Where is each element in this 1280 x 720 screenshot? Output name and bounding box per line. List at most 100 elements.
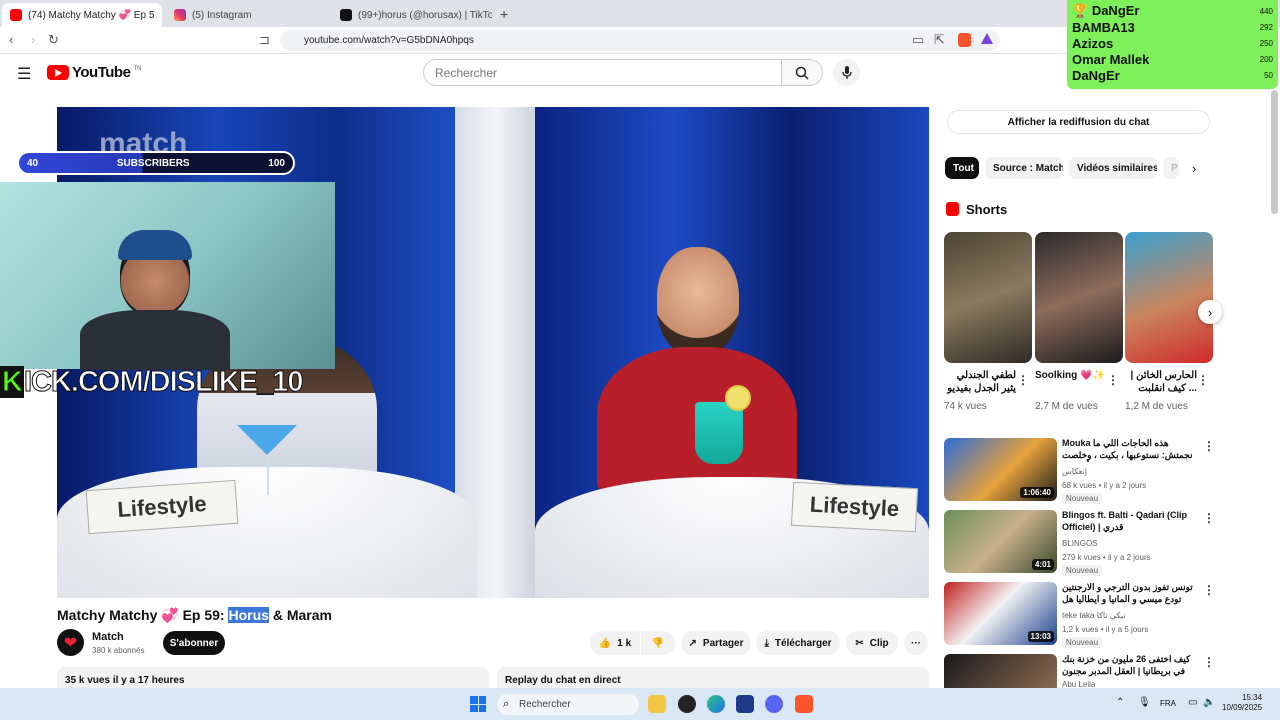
video-thumbnail-2[interactable]: 4:01 — [944, 510, 1057, 573]
video-channel-1[interactable]: إنعكاس — [1062, 467, 1087, 476]
tab-matchy-matchy[interactable]: (74) Matchy Matchy 💞 Ep 5 ✕ — [2, 3, 162, 27]
short-thumbnail-3[interactable] — [1125, 232, 1213, 363]
video-title-1[interactable]: Mouka هذه الحاجات اللي ما نجمتش: نستوعبه… — [1062, 438, 1194, 462]
start-pane — [470, 696, 478, 704]
subs-goal: 100 — [268, 157, 285, 169]
menu-hamburger-icon[interactable]: ☰ — [17, 64, 31, 84]
like-button[interactable]: 👍 1 k — [590, 631, 640, 655]
video-title: Matchy Matchy 💞 Ep 59: Horus & Maram — [57, 607, 332, 624]
obs-icon[interactable] — [678, 695, 696, 713]
video-menu-3-icon[interactable]: ⋮ — [1203, 583, 1215, 597]
video-title-4[interactable]: كيف اختفى 26 مليون من خزنة بنك في بريطان… — [1062, 654, 1194, 677]
channel-name[interactable]: Match — [92, 631, 124, 643]
voice-search-button[interactable] — [833, 59, 860, 86]
url-field[interactable]: youtube.com/watch?v=G5bDNA0hpqs — [280, 30, 1000, 51]
video-menu-4-icon[interactable]: ⋮ — [1203, 655, 1215, 669]
short-title-3[interactable]: الحارس الخائن | كيف انقلبت ... — [1125, 369, 1197, 395]
start-pane — [478, 696, 486, 704]
start-pane — [478, 704, 486, 712]
short-thumbnail-1[interactable] — [944, 232, 1032, 363]
show-chat-replay-button[interactable]: Afficher la rediffusion du chat — [947, 110, 1210, 134]
store-icon[interactable] — [736, 695, 754, 713]
dislike-button[interactable]: 👎 — [641, 631, 675, 655]
taskbar-clock[interactable]: 15:34 10/09/2025 — [1222, 693, 1262, 714]
sign-right: Lifestyle — [790, 481, 919, 533]
lemon-slice-icon — [725, 385, 751, 411]
short-title-2[interactable]: Soolking 💗✨ — [1035, 369, 1107, 382]
search-input[interactable]: Rechercher — [423, 59, 782, 86]
chip-similar-videos[interactable]: Vidéos similaires — [1069, 157, 1157, 179]
bookmark-icon[interactable]: ⊐ — [259, 32, 270, 48]
short-views-1: 74 k vues — [944, 401, 987, 412]
back-arrow-icon[interactable]: ‹ — [9, 32, 13, 47]
guest-right-head — [657, 247, 739, 357]
video-channel-2[interactable]: BLINGOS — [1062, 539, 1098, 548]
new-tab-button[interactable]: + — [500, 6, 508, 22]
share-label: Partager — [702, 637, 744, 649]
subscribe-button[interactable]: S'abonner — [163, 631, 225, 655]
clip-button[interactable]: ✂ Clip — [846, 631, 898, 655]
video-menu-1-icon[interactable]: ⋮ — [1203, 439, 1215, 453]
video-title-2[interactable]: Blingos ft. Balti - Qadari (Clip Officie… — [1062, 510, 1194, 533]
new-badge-3: Nouveau — [1062, 637, 1103, 648]
video-meta-2: 279 k vues • il y a 2 jours — [1062, 553, 1151, 562]
shorts-next-icon[interactable]: › — [1198, 300, 1222, 324]
video-channel-4[interactable]: Abu Leila — [1062, 680, 1095, 688]
volume-icon[interactable]: 🔈 — [1203, 697, 1215, 708]
short-thumbnail-2[interactable] — [1035, 232, 1123, 363]
short-menu-1-icon[interactable]: ⋮ — [1017, 373, 1029, 387]
leaderboard-overlay: 🏆 DaNgEr 440 BAMBA13 292 Azizos 250 Omar Ma… — [1067, 0, 1278, 89]
video-thumbnail-1[interactable]: 1:06:40 — [944, 438, 1057, 501]
shorts-logo-icon — [946, 202, 959, 216]
close-tab-icon[interactable]: ✕ — [160, 9, 162, 22]
chips-next-chevron-icon[interactable]: › — [1192, 161, 1196, 176]
start-pane — [470, 704, 478, 712]
microphone-tray-icon[interactable]: 🎙 — [1138, 697, 1151, 708]
youtube-logo[interactable]: YouTube TN — [47, 64, 141, 81]
short-title-1[interactable]: لطفي الجندلي يثير الجدل بفيديو ... — [944, 369, 1016, 397]
like-count: 1 k — [617, 637, 632, 649]
video-title-3[interactable]: تونس تفوز بدون الترجي و الارجنتين تودع م… — [1062, 582, 1194, 606]
language-indicator[interactable]: FRA — [1160, 699, 1176, 708]
tab-tiktok[interactable]: (99+)horus (@horusax) | TikTok — [332, 3, 492, 27]
page-scrollbar[interactable] — [1271, 90, 1278, 214]
taskbar-search[interactable]: Rechercher — [497, 694, 639, 715]
video-thumbnail-4[interactable] — [944, 654, 1057, 688]
cocktail-right — [695, 402, 743, 464]
video-menu-2-icon[interactable]: ⋮ — [1203, 511, 1215, 525]
reload-icon[interactable]: ↻ — [48, 32, 59, 48]
discord-icon[interactable] — [765, 695, 783, 713]
network-icon[interactable]: ▭ — [1188, 697, 1197, 708]
brave-rewards-icon[interactable] — [981, 33, 993, 44]
video-thumbnail-3[interactable]: 13:03 — [944, 582, 1057, 645]
forward-arrow-icon[interactable]: › — [31, 32, 35, 47]
short-menu-2-icon[interactable]: ⋮ — [1107, 373, 1119, 387]
tab-instagram[interactable]: (5) Instagram — [166, 3, 331, 27]
clip-label: Clip — [869, 637, 889, 649]
chip-all[interactable]: Tout — [945, 157, 979, 179]
leaderboard-score: 250 — [1259, 38, 1273, 48]
more-actions-button[interactable]: ··· — [904, 631, 928, 655]
tray-chevron-icon[interactable]: ⌃ — [1116, 697, 1124, 708]
windows-taskbar — [0, 688, 1280, 720]
download-label: Télécharger — [774, 637, 832, 649]
download-button[interactable]: ⤓ Télécharger — [756, 631, 840, 655]
clock-date: 10/09/2025 — [1222, 703, 1263, 713]
chip-more[interactable]: P — [1163, 157, 1179, 179]
leader-name-1: DaNgEr — [1091, 3, 1140, 19]
channel-avatar[interactable]: ❤ — [57, 629, 84, 656]
video-channel-3[interactable]: teke taka تيكي تاكا — [1062, 611, 1126, 620]
file-explorer-icon[interactable] — [648, 695, 666, 713]
search-button[interactable] — [781, 59, 823, 86]
share-page-icon[interactable]: ⇱ — [934, 32, 945, 48]
windows-start-icon[interactable] — [470, 696, 486, 712]
brave-icon[interactable] — [795, 695, 813, 713]
short-menu-3-icon[interactable]: ⋮ — [1197, 373, 1209, 387]
cast-icon[interactable]: ▭ — [912, 32, 924, 48]
share-button[interactable]: ↗ Partager — [681, 631, 751, 655]
edge-icon[interactable] — [707, 695, 725, 713]
leaderboard-score: 440 — [1259, 6, 1273, 16]
brave-shield-icon[interactable] — [958, 33, 971, 47]
leaderboard-name: Omar Mallek — [1072, 52, 1150, 68]
chip-source-match[interactable]: Source : Match — [985, 157, 1063, 179]
